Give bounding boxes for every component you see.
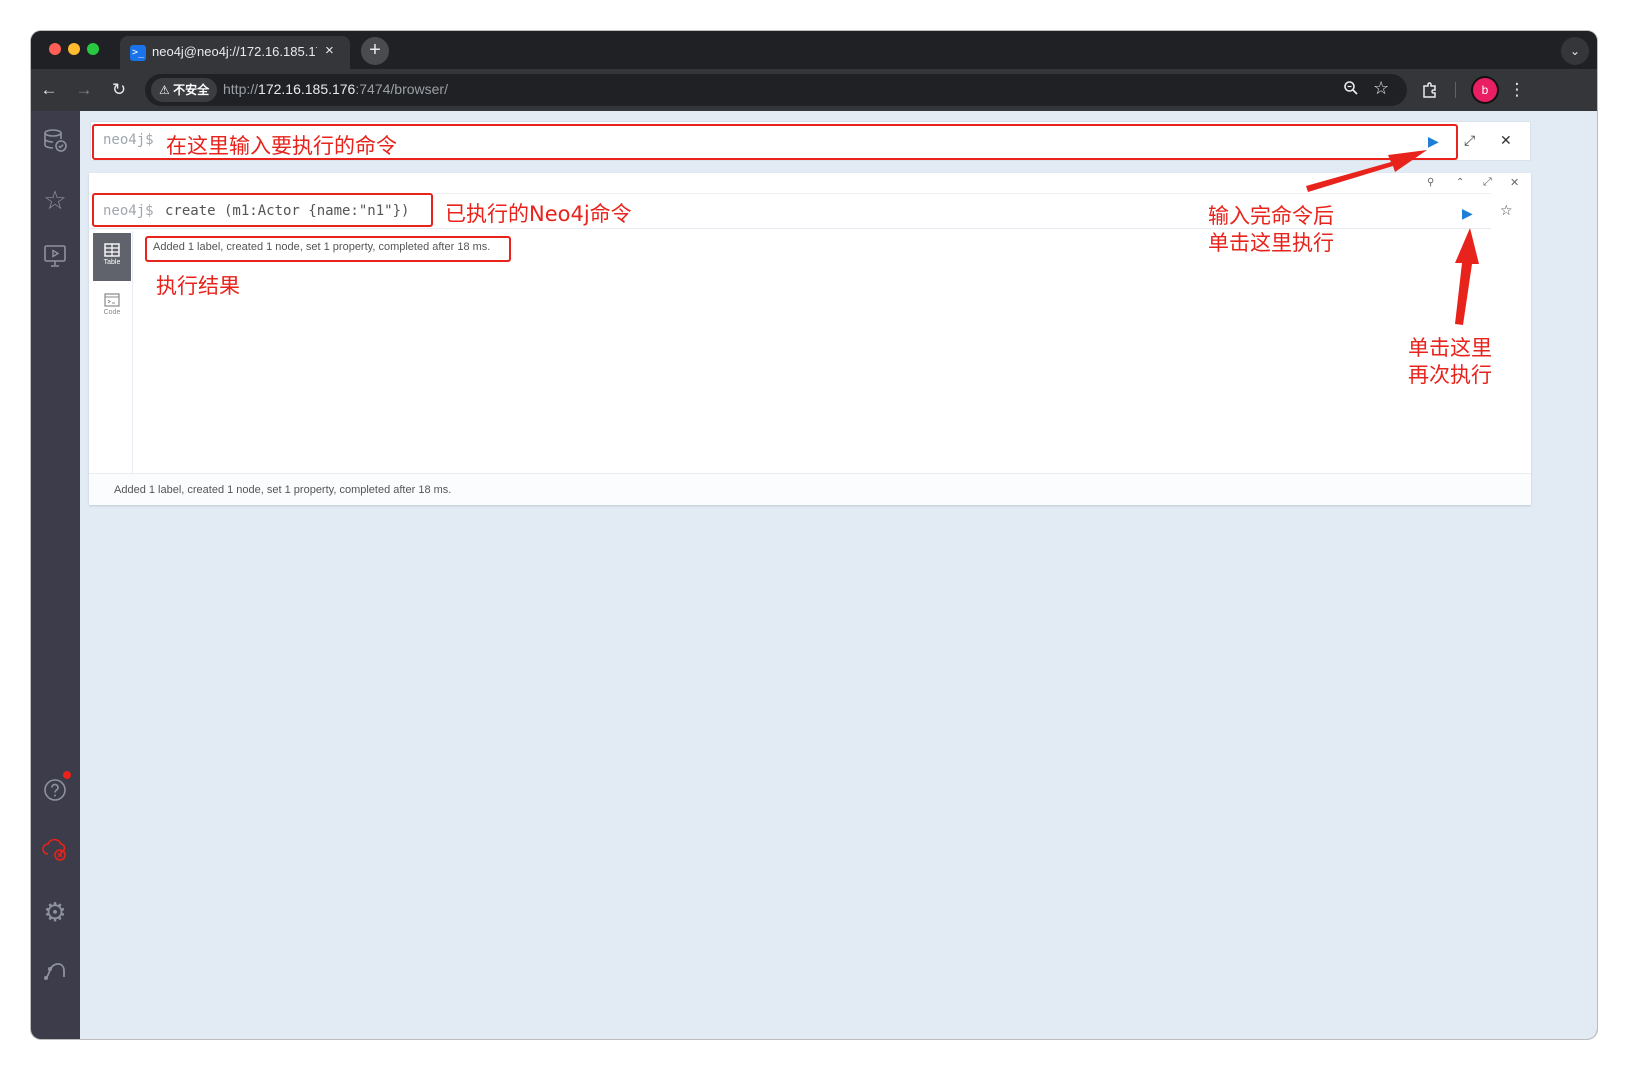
arrow-to-rerun [1455,228,1479,325]
annotation-arrows [1306,150,1479,325]
arrow-to-run [1306,150,1427,192]
